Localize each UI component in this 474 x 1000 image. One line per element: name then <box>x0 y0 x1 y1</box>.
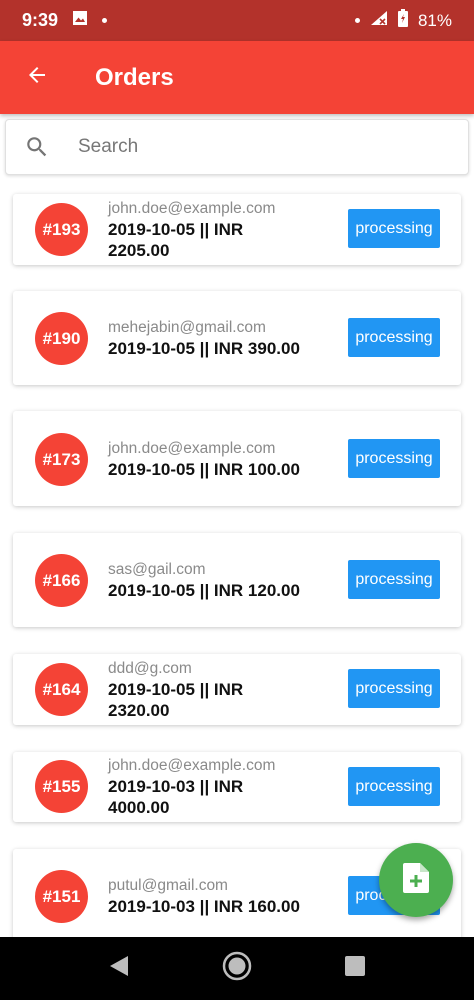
order-date-amount: 2019-10-05 || INR <box>108 680 244 699</box>
order-status-button[interactable]: processing <box>348 560 440 599</box>
battery-percent: 81% <box>417 10 452 30</box>
order-date-amount: 2019-10-05 || INR 390.00 <box>108 339 300 358</box>
order-card[interactable]: #166 sas@gail.com 2019-10-05 || INR 120.… <box>13 533 461 627</box>
order-email: john.doe@example.com <box>108 440 276 457</box>
order-email: ddd@g.com <box>108 660 192 677</box>
page-title: Orders <box>95 63 174 91</box>
nav-recents-button[interactable] <box>335 949 375 989</box>
search-input[interactable] <box>78 136 438 158</box>
order-status-button[interactable]: processing <box>348 209 440 248</box>
add-order-fab[interactable] <box>379 843 453 917</box>
order-date-amount: 2019-10-03 || INR <box>108 777 244 796</box>
order-card[interactable]: #190 mehejabin@gmail.com 2019-10-05 || I… <box>13 291 461 385</box>
order-status-button[interactable]: processing <box>348 318 440 357</box>
order-email: putul@gmail.com <box>108 877 228 894</box>
order-date-amount: 2019-10-05 || INR 100.00 <box>108 460 300 479</box>
system-nav-bar <box>0 937 474 1000</box>
orders-list: #193 john.doe@example.com 2019-10-05 || … <box>0 180 474 937</box>
order-amount: 2205.00 <box>108 241 170 260</box>
order-id-badge: #155 <box>35 760 88 813</box>
order-card[interactable]: #164 ddd@g.com 2019-10-05 || INR 2320.00… <box>13 654 461 725</box>
order-amount: 2320.00 <box>108 701 170 720</box>
order-email: mehejabin@gmail.com <box>108 319 266 336</box>
order-status-button[interactable]: processing <box>348 439 440 478</box>
order-date-amount: 2019-10-05 || INR 120.00 <box>108 581 300 600</box>
order-id-badge: #164 <box>35 663 88 716</box>
status-bar: 9:39 81% <box>0 0 474 41</box>
battery-icon <box>397 9 408 32</box>
order-email: john.doe@example.com <box>108 200 276 217</box>
signal-icon <box>370 10 388 31</box>
status-dot-icon <box>354 18 360 23</box>
order-email: sas@gail.com <box>108 561 206 578</box>
add-document-icon <box>403 862 429 898</box>
nav-home-button[interactable] <box>217 949 257 989</box>
order-id-badge: #190 <box>35 312 88 365</box>
order-card[interactable]: #193 john.doe@example.com 2019-10-05 || … <box>13 194 461 265</box>
back-button[interactable] <box>0 41 74 114</box>
nav-back-button[interactable] <box>99 949 139 989</box>
arrow-left-icon <box>25 63 49 92</box>
order-id-badge: #173 <box>35 433 88 486</box>
order-status-button[interactable]: processing <box>348 669 440 708</box>
order-id-badge: #151 <box>35 870 88 923</box>
app-bar: Orders <box>0 41 474 114</box>
order-amount: 4000.00 <box>108 798 170 817</box>
order-card[interactable]: #173 john.doe@example.com 2019-10-05 || … <box>13 411 461 506</box>
order-date-amount: 2019-10-05 || INR <box>108 220 244 239</box>
order-card[interactable]: #155 john.doe@example.com 2019-10-03 || … <box>13 752 461 822</box>
order-id-badge: #166 <box>35 554 88 607</box>
search-bar[interactable] <box>5 119 469 175</box>
order-status-button[interactable]: processing <box>348 767 440 806</box>
triangle-back-icon <box>109 955 129 982</box>
status-time: 9:39 <box>22 10 59 30</box>
square-recents-icon <box>345 956 365 981</box>
order-email: john.doe@example.com <box>108 757 276 774</box>
home-circle-icon <box>222 951 252 986</box>
gallery-notification-icon <box>72 10 88 31</box>
order-date-amount: 2019-10-03 || INR 160.00 <box>108 897 300 916</box>
order-id-badge: #193 <box>35 203 88 256</box>
notification-dot-icon <box>102 18 108 23</box>
search-icon <box>6 134 68 160</box>
